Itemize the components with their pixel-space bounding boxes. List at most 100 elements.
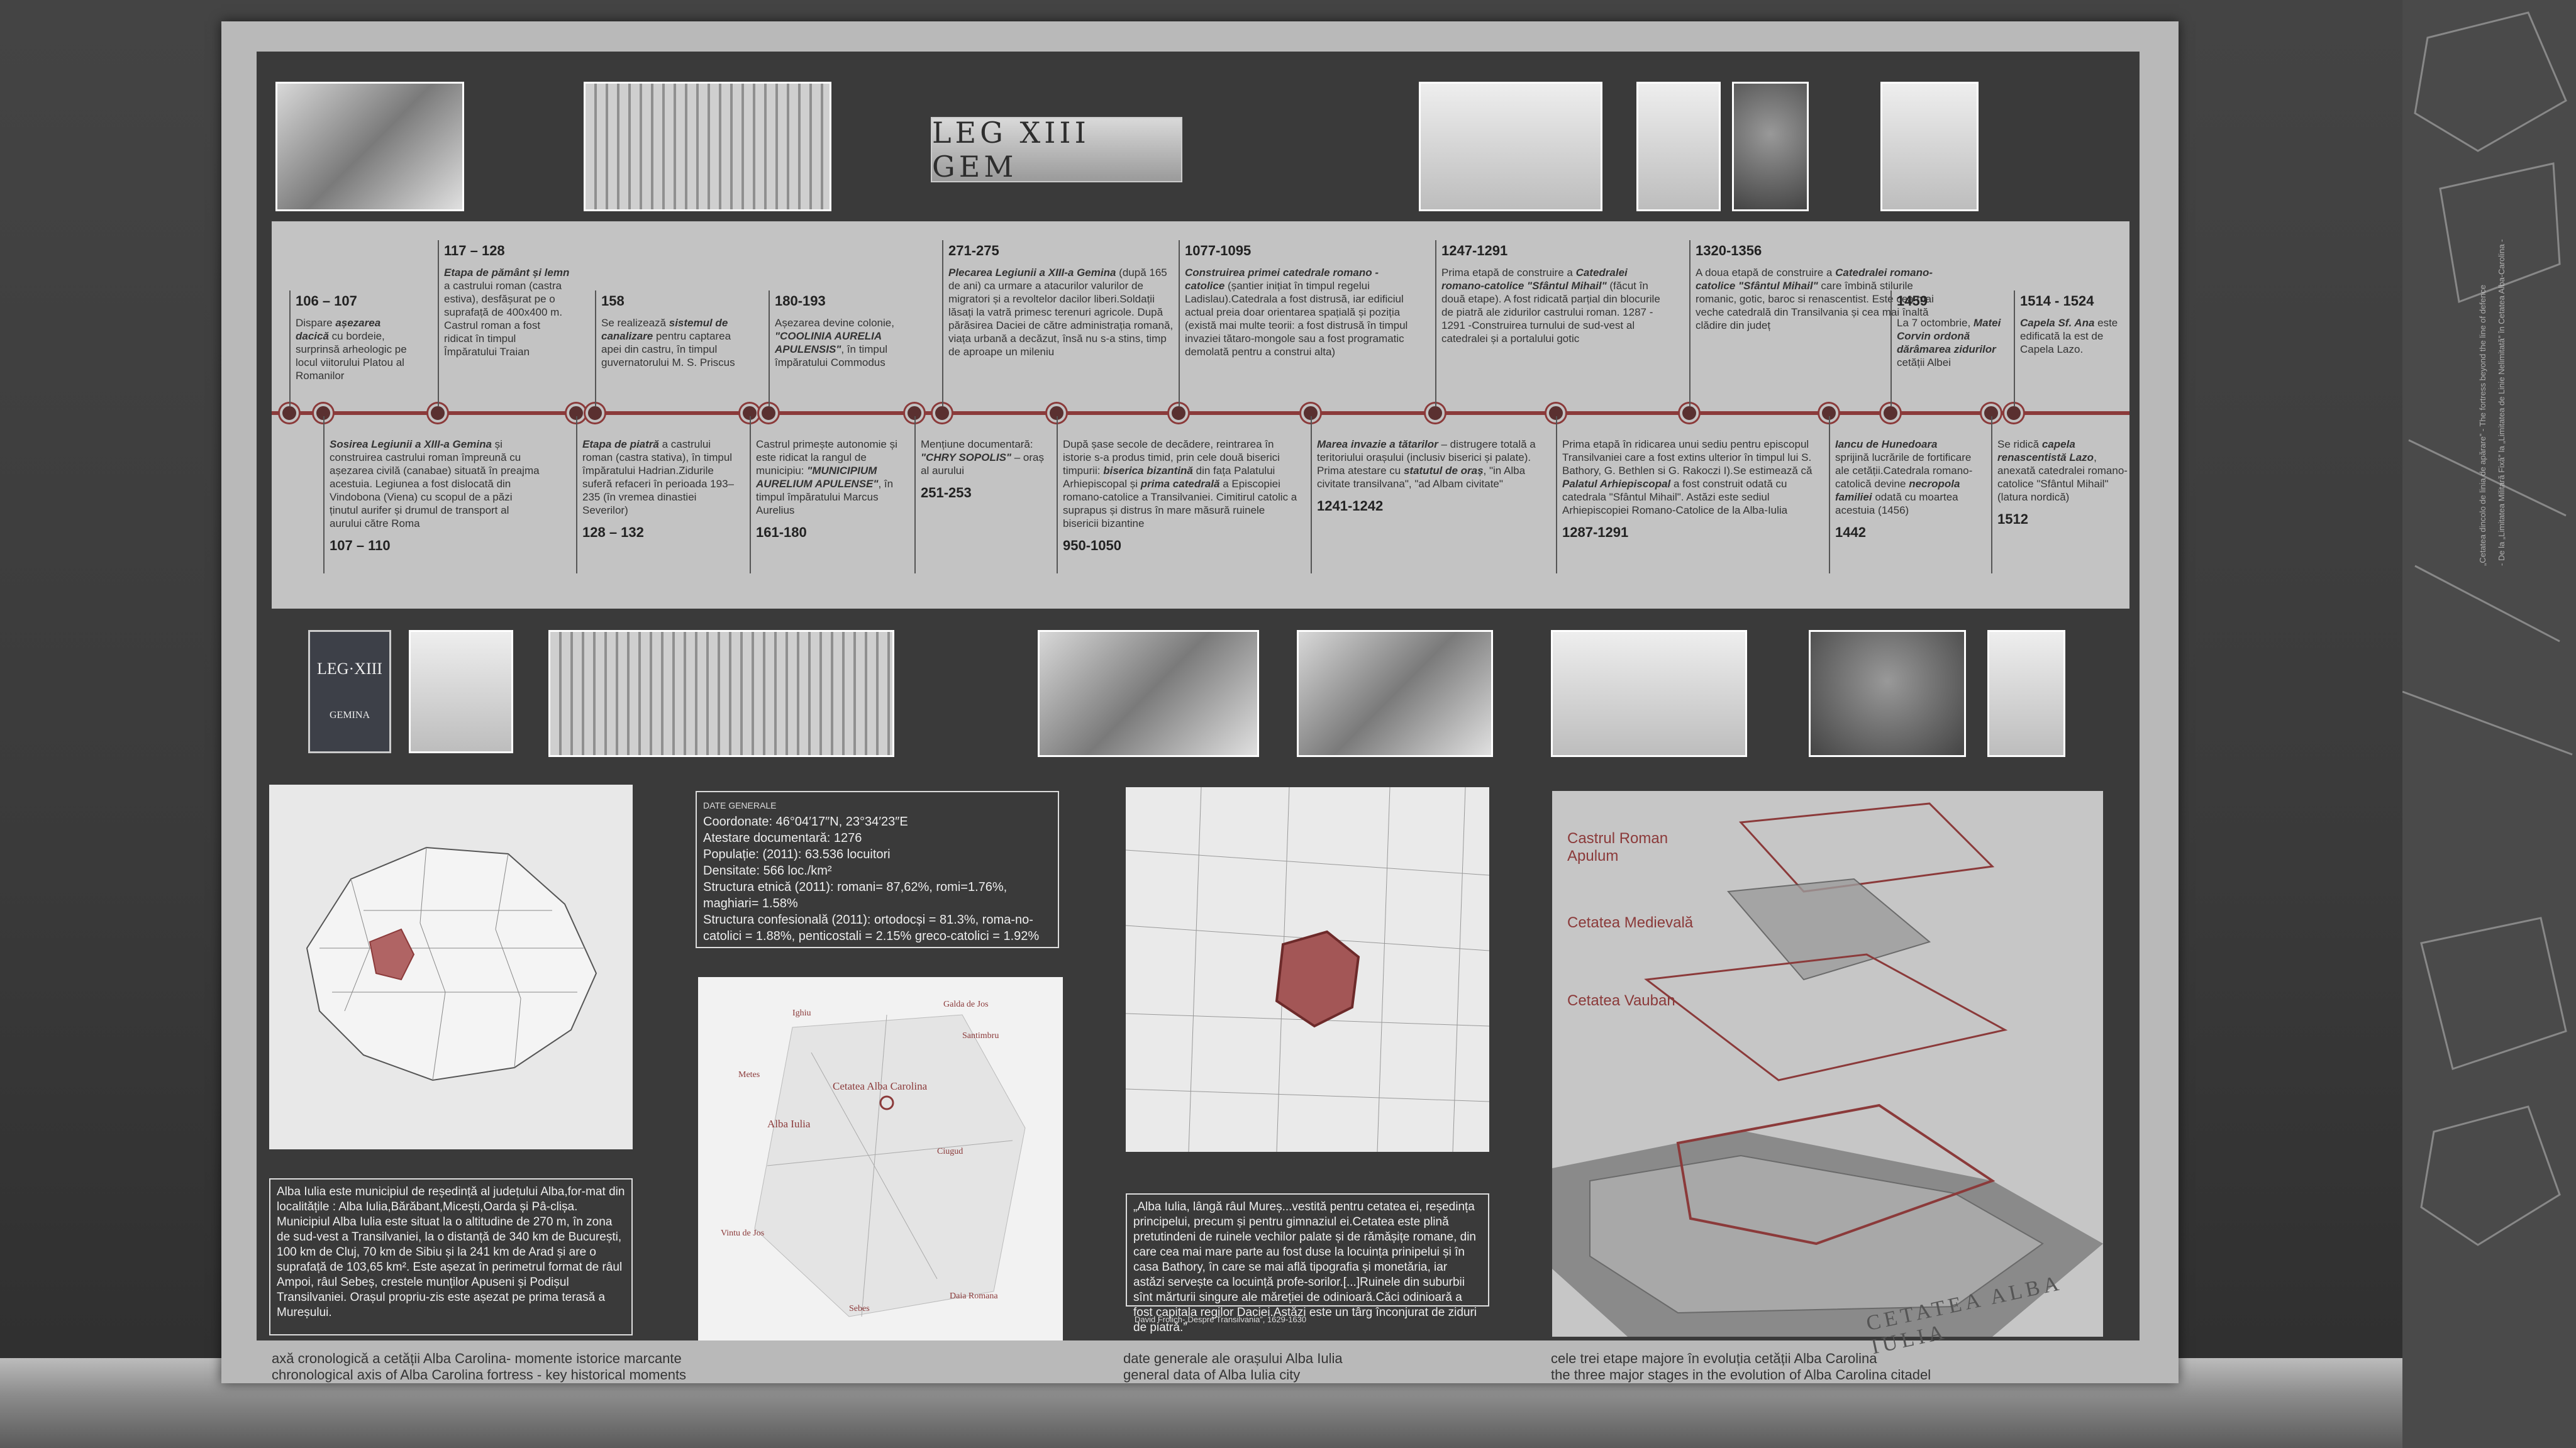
local-map-graphic xyxy=(754,1014,1026,1317)
ethnic-line: Structura etnică (2011): romani= 87,62%,… xyxy=(703,880,1008,910)
event-year: 251-253 xyxy=(921,485,972,500)
event-text: Iancu de Hunedoara sprijină lucrările de… xyxy=(1835,438,1973,516)
density-line: Densitate: 566 loc./km² xyxy=(703,864,832,878)
event-year: 107 – 110 xyxy=(330,538,391,553)
timeline-tick xyxy=(2014,290,2015,406)
legion-inscription: LEG XIII GEM xyxy=(931,116,1182,184)
legion-badge: LEG·XIII GEMINA xyxy=(308,630,391,753)
cathedral-interior-drawing xyxy=(1732,82,1809,211)
event-year: 1287-1291 xyxy=(1562,524,1629,540)
city-plan-graphic xyxy=(1125,787,1490,1152)
event-text: După șase secole de decădere, reintrarea… xyxy=(1063,438,1297,529)
event-text: La 7 octombrie, Matei Corvin ordonă dărâ… xyxy=(1897,317,2001,368)
timeline-marker xyxy=(1169,404,1188,423)
timeline-tick xyxy=(1311,416,1312,573)
map-place-label: Galda de Jos xyxy=(943,1000,989,1009)
romania-counties-map xyxy=(306,846,597,1081)
event-year: 1459 xyxy=(1897,293,1928,309)
timeline-tick xyxy=(1829,416,1830,573)
event-year: 128 – 132 xyxy=(582,524,644,540)
map-place-label: Sebes xyxy=(849,1304,870,1313)
timeline-axis xyxy=(272,411,2129,415)
population-line: Populație: (2011): 63.536 locuitori xyxy=(703,848,891,861)
timeline-tick xyxy=(942,240,943,406)
caption-data: date generale ale orașului Alba Iulia ge… xyxy=(1123,1351,1343,1383)
event-year: 161-180 xyxy=(756,524,807,540)
event-year: 117 – 128 xyxy=(444,243,505,258)
event-year: 1514 - 1524 xyxy=(2020,293,2094,309)
event-text: Castrul primește autonomie și este ridic… xyxy=(756,438,897,516)
timeline-event-above: 271-275 Plecarea Legiunii a XIII-a Gemina… xyxy=(948,244,1175,358)
timeline-marker xyxy=(586,404,604,423)
map-place-label: Ciugud xyxy=(937,1147,963,1156)
timeline-tick xyxy=(1890,290,1892,406)
caption-data-en: general data of Alba Iulia city xyxy=(1123,1367,1301,1383)
event-text: Sosirea Legiunii a XIII-a Gemina și cons… xyxy=(330,438,540,529)
event-text: Capela Sf. Ana este edificată la est de … xyxy=(2020,317,2118,355)
event-year: 1077-1095 xyxy=(1185,243,1252,258)
legion-badge-top: LEG·XIII xyxy=(317,660,382,678)
lazo-chapel-photo xyxy=(1987,630,2065,757)
event-year: 158 xyxy=(601,293,625,309)
legion-badge-bottom: GEMINA xyxy=(330,710,370,721)
caption-data-ro: date generale ale orașului Alba Iulia xyxy=(1123,1351,1343,1366)
timeline-event-above: 1514 - 1524 Capela Sf. Ana este edificată… xyxy=(2020,294,2121,356)
map-place-label: Daia Romana xyxy=(950,1291,998,1301)
romania-map xyxy=(269,785,633,1149)
layer-medieval-citadel: Cetatea Medievală xyxy=(1567,914,1694,931)
fortress-layers-graphic xyxy=(1552,802,2103,1337)
general-data-title: DATE GENERALE xyxy=(703,800,777,810)
quote-source: David Frolich-„Despre Transilvania”, 162… xyxy=(1135,1315,1307,1324)
event-text: Se ridică capela renascentistă Lazo, ane… xyxy=(1997,438,2128,503)
timeline-event-below: Marea invazie a tătarilor – distrugere t… xyxy=(1317,438,1550,514)
timeline-event-below: După șase secole de decădere, reintrarea… xyxy=(1063,438,1302,553)
timeline-tick xyxy=(1689,240,1690,406)
timeline-marker xyxy=(428,404,447,423)
map-place-label: Cetatea Alba Carolina xyxy=(833,1080,928,1092)
caption-stages: cele trei etape majore în evoluția cetăț… xyxy=(1551,1351,1931,1383)
timeline-tick xyxy=(914,416,916,573)
cathedral-old-photo xyxy=(1419,82,1602,211)
sarcophagus-photo xyxy=(1809,630,1966,757)
caption-timeline: axă cronologică a cetății Alba Carolina-… xyxy=(272,1351,686,1383)
event-year: 1442 xyxy=(1835,524,1866,540)
archaeological-site-photo xyxy=(1038,630,1259,757)
event-year: 1247-1291 xyxy=(1441,243,1508,258)
timeline-marker xyxy=(933,404,952,423)
timeline-tick xyxy=(595,290,596,406)
local-area-map: Ighiu Galda de Jos Santimbru Metes Cetatea A… xyxy=(698,977,1063,1340)
event-text: Mențiune documentară: "CHRY SOPOLIS" – o… xyxy=(921,438,1044,477)
timeline-marker xyxy=(2004,404,2023,423)
timeline-event-above: 106 – 107 Dispare așezarea dacică cu bord… xyxy=(296,294,415,382)
layer-roman-castrum: Castrul Roman Apulum xyxy=(1567,830,1668,865)
event-year: 1241-1242 xyxy=(1317,498,1384,514)
timeline-event-above: 158 Se realizează sistemul de canalizare … xyxy=(601,294,740,369)
timeline-marker xyxy=(1680,404,1699,423)
principia-reconstruction xyxy=(548,630,894,757)
map-place-label: Ighiu xyxy=(792,1009,811,1018)
fortress-plan-graphic xyxy=(2402,11,2573,1246)
event-year: 271-275 xyxy=(948,243,999,258)
event-text: Etapa de pământ și lemn a castrului roma… xyxy=(444,267,570,358)
timeline-band: 106 – 107 Dispare așezarea dacică cu bord… xyxy=(272,221,2129,609)
map-place-label: Vintu de Jos xyxy=(721,1229,765,1238)
timeline-event-below: Sosirea Legiunii a XIII-a Gemina și cons… xyxy=(330,438,543,553)
timeline-marker xyxy=(1881,404,1900,423)
timeline-tick xyxy=(438,240,439,406)
timeline-tick xyxy=(323,416,325,573)
timeline-event-above: 1247-1291 Prima etapă de construire a Cat… xyxy=(1441,244,1668,345)
sidebar-title-line1: „Cetatea dincolo de linia de apărare” - … xyxy=(2478,284,2487,566)
event-text: Construirea primei catedrale romano -cat… xyxy=(1185,267,1408,358)
side-banner: „Cetatea dincolo de linia de apărare” - … xyxy=(2402,0,2576,1448)
timeline-tick xyxy=(576,416,577,573)
event-year: 1320-1356 xyxy=(1696,243,1762,258)
timeline-tick xyxy=(769,290,770,406)
caption-stages-ro: cele trei etape majore în evoluția cetăț… xyxy=(1551,1351,1877,1366)
timeline-event-above: 1459 La 7 octombrie, Matei Corvin ordonă … xyxy=(1897,294,2016,369)
event-text: Prima etapă în ridicarea unui sediu pent… xyxy=(1562,438,1813,516)
event-text: Marea invazie a tătarilor – distrugere t… xyxy=(1317,438,1536,490)
event-year: 950-1050 xyxy=(1063,538,1121,553)
event-text: Dispare așezarea dacică cu bordeie, surp… xyxy=(296,317,407,382)
coord-line: Coordonate: 46°04′17″N, 23°34′23″E xyxy=(703,815,908,829)
timeline-event-above: 180-193 Așezarea devine colonie, "COOLINI… xyxy=(775,294,907,369)
